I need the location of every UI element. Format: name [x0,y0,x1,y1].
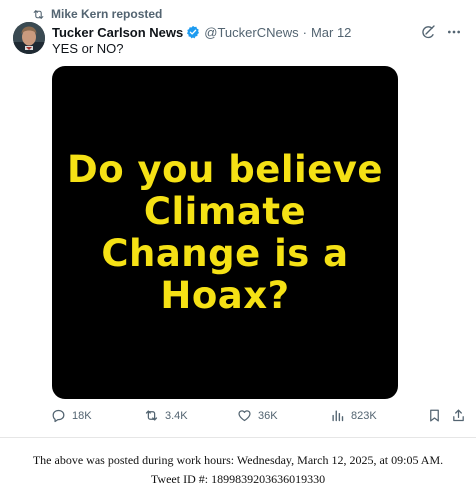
share-button[interactable] [451,408,466,423]
repost-icon [33,9,44,19]
share-icon [453,409,464,422]
views-button[interactable]: 823K [330,408,377,423]
tweet-card[interactable]: Mike Kern reposted Tucker Carlson News @… [0,0,476,437]
author-handle[interactable]: @TuckerCNews [204,25,298,40]
reply-count: 18K [72,409,92,422]
verified-badge-icon [187,25,200,39]
image-caption-line: Do you believe [66,147,384,191]
more-icon[interactable] [446,24,462,40]
footer-caption: The above was posted during work hours: … [0,437,476,500]
tweet-text: YES or NO? [52,41,124,56]
repost-label: Mike Kern reposted [51,7,163,21]
tweet-id-note: Tweet ID #: 1899839203636019330 [150,472,326,486]
image-caption-line: Change is a [101,231,349,275]
bookmark-button[interactable] [427,408,442,423]
image-caption-line: Climate [143,189,307,233]
image-caption: Do you believe Climate Change is a Hoax? [66,147,384,317]
posted-time-note: The above was posted during work hours: … [32,453,444,467]
like-button[interactable]: 36K [237,408,278,423]
repost-count: 3.4K [165,409,188,422]
tweet-header: Tucker Carlson News @TuckerCNews · Mar 1… [52,23,462,41]
reply-button[interactable]: 18K [51,408,92,423]
views-count: 823K [351,409,377,422]
tweet-image[interactable]: Do you believe Climate Change is a Hoax? [52,66,398,399]
like-count: 36K [258,409,278,422]
avatar-image [13,22,45,54]
post-date[interactable]: Mar 12 [311,25,351,40]
bookmark-icon [430,409,439,422]
image-caption-line: Hoax? [160,273,290,317]
grok-icon[interactable] [420,24,436,40]
heart-icon [238,410,251,422]
header-icons [420,24,462,40]
author-name[interactable]: Tucker Carlson News [52,25,183,40]
action-bar: 18K 3.4K 36K 823K [51,408,466,428]
views-chart-icon [332,410,344,422]
avatar[interactable] [13,22,45,54]
repost-button[interactable]: 3.4K [144,408,188,423]
repost-icon [145,410,158,421]
reply-icon [52,409,65,423]
header-separator: · [302,24,307,40]
repost-indicator[interactable]: Mike Kern reposted [32,6,162,22]
